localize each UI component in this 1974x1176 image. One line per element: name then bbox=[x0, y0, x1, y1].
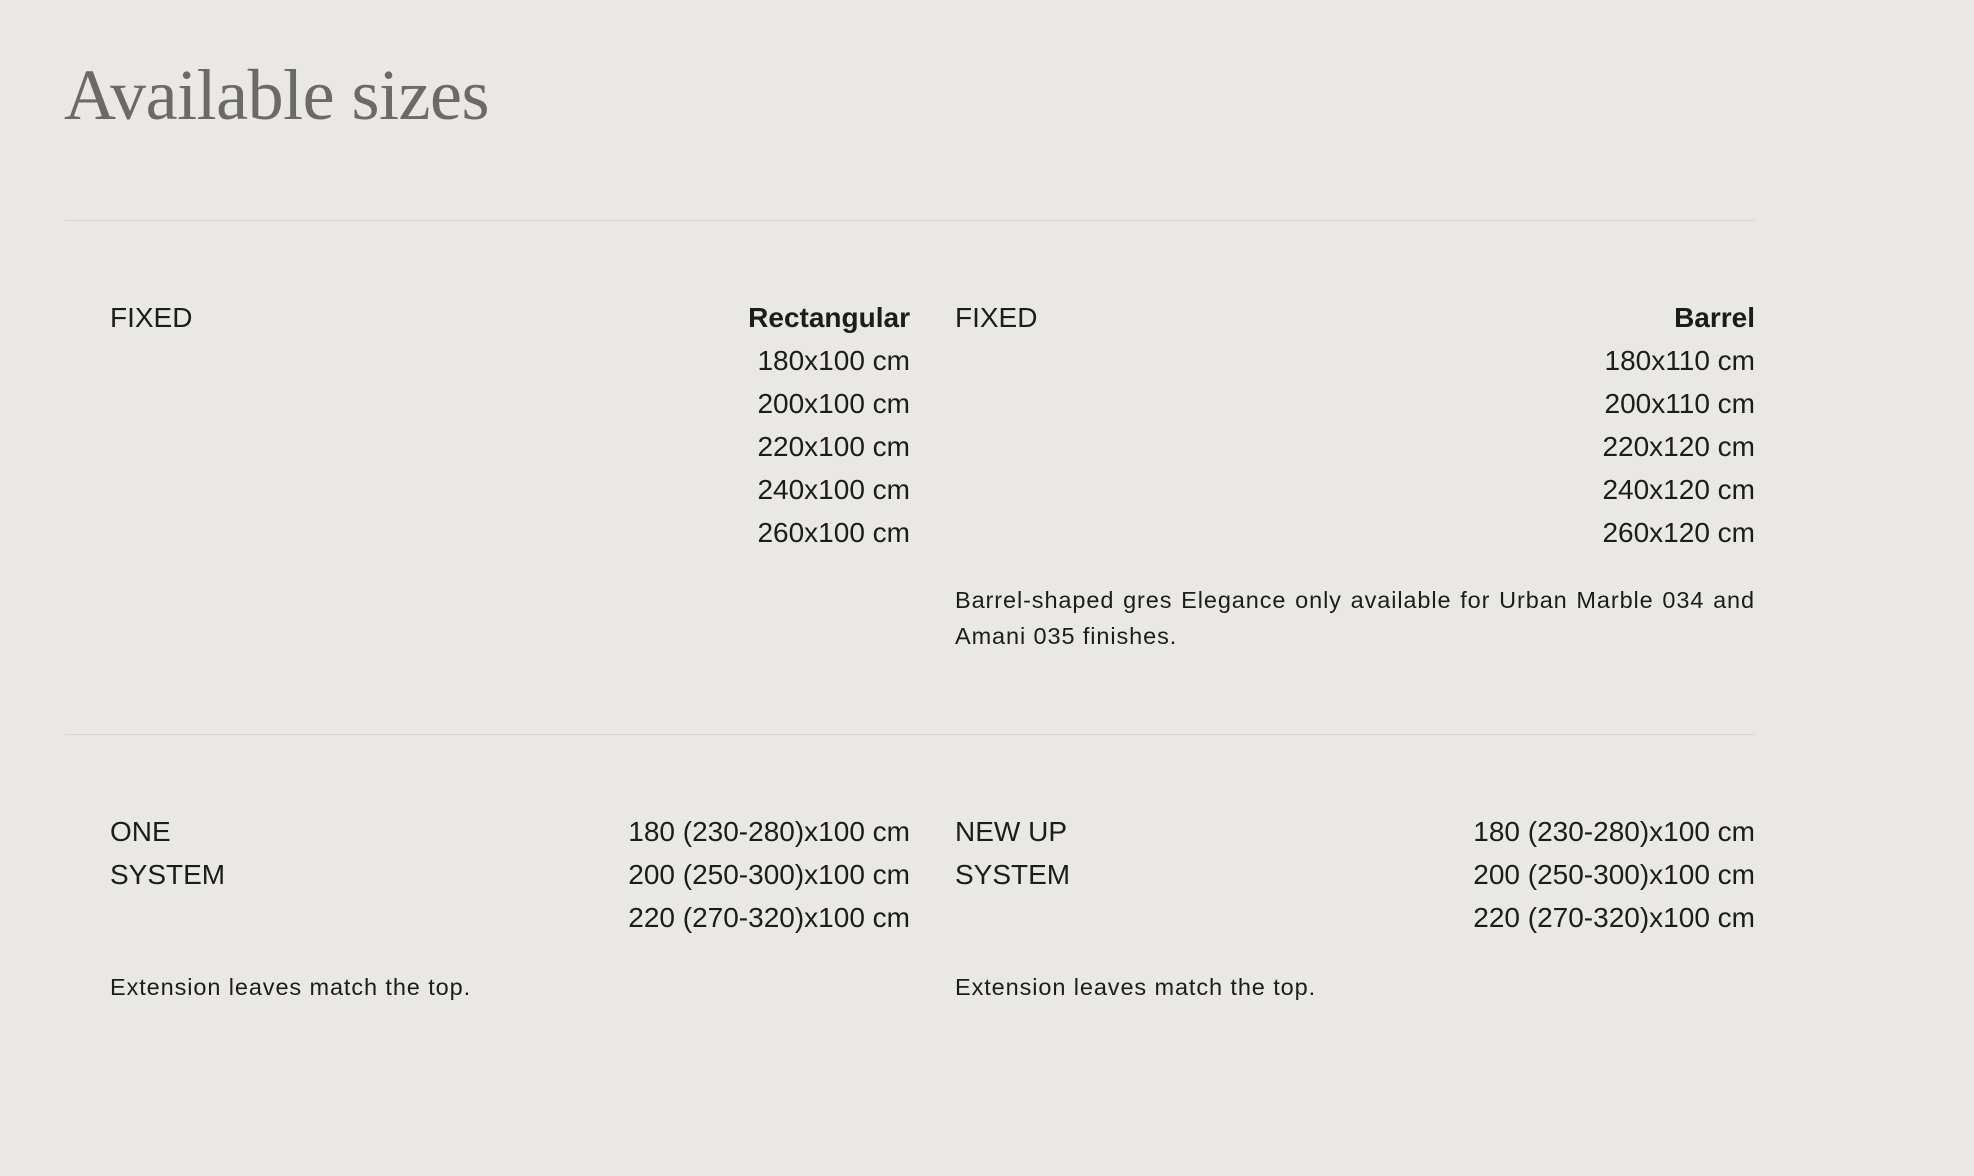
section-divider bbox=[65, 734, 1755, 735]
fixed-barrel-block: FIXED Barrel 180x110 cm 200x110 cm 220x1… bbox=[955, 296, 1755, 654]
block-label-line: SYSTEM bbox=[110, 859, 226, 890]
section-divider bbox=[65, 220, 1755, 221]
size-item: 180 (230-280)x100 cm bbox=[1473, 816, 1755, 847]
block-label-line: SYSTEM bbox=[955, 859, 1071, 890]
size-item: 220 (270-320)x100 cm bbox=[1473, 902, 1755, 933]
extension-note: Extension leaves match the top. bbox=[110, 974, 472, 1000]
extension-note: Extension leaves match the top. bbox=[955, 974, 1317, 1000]
size-list: Barrel 180x110 cm 200x110 cm 220x120 cm … bbox=[955, 296, 1755, 554]
block-label-line: ONE bbox=[110, 816, 171, 847]
size-item: 240x100 cm bbox=[757, 474, 910, 505]
size-item: 180 (230-280)x100 cm bbox=[628, 816, 910, 847]
one-system-block: ONE SYSTEM 180 (230-280)x100 cm 200 (250… bbox=[110, 810, 910, 1005]
size-item: 220 (270-320)x100 cm bbox=[628, 902, 910, 933]
fixed-rectangular-block: FIXED Rectangular 180x100 cm 200x100 cm … bbox=[110, 296, 910, 554]
size-item: 200x100 cm bbox=[757, 388, 910, 419]
size-item: 180x110 cm bbox=[1604, 345, 1755, 376]
size-item: 180x100 cm bbox=[757, 345, 910, 376]
size-list: 180 (230-280)x100 cm 200 (250-300)x100 c… bbox=[110, 810, 910, 939]
block-label: FIXED bbox=[110, 302, 193, 333]
page-title: Available sizes bbox=[64, 55, 490, 135]
size-item: 240x120 cm bbox=[1602, 474, 1755, 505]
block-label: NEW UP SYSTEM bbox=[955, 810, 1070, 896]
size-item: 200 (250-300)x100 cm bbox=[1473, 859, 1755, 890]
new-up-system-block: NEW UP SYSTEM 180 (230-280)x100 cm 200 (… bbox=[955, 810, 1755, 1005]
size-item: 220x100 cm bbox=[757, 431, 910, 462]
block-label: FIXED bbox=[955, 302, 1038, 333]
size-item: 260x120 cm bbox=[1602, 517, 1755, 548]
size-item: 200x110 cm bbox=[1604, 388, 1755, 419]
block-label: ONE SYSTEM bbox=[110, 810, 225, 896]
size-item: 200 (250-300)x100 cm bbox=[628, 859, 910, 890]
size-type-label: Rectangular bbox=[748, 302, 910, 333]
size-item: 220x120 cm bbox=[1602, 431, 1755, 462]
size-item: 260x100 cm bbox=[757, 517, 910, 548]
size-type-label: Barrel bbox=[1674, 302, 1755, 333]
size-list: 180 (230-280)x100 cm 200 (250-300)x100 c… bbox=[955, 810, 1755, 939]
size-list: Rectangular 180x100 cm 200x100 cm 220x10… bbox=[110, 296, 910, 554]
availability-note: Barrel-shaped gres Elegance only availab… bbox=[955, 587, 1755, 649]
block-label-line: NEW UP bbox=[955, 816, 1067, 847]
